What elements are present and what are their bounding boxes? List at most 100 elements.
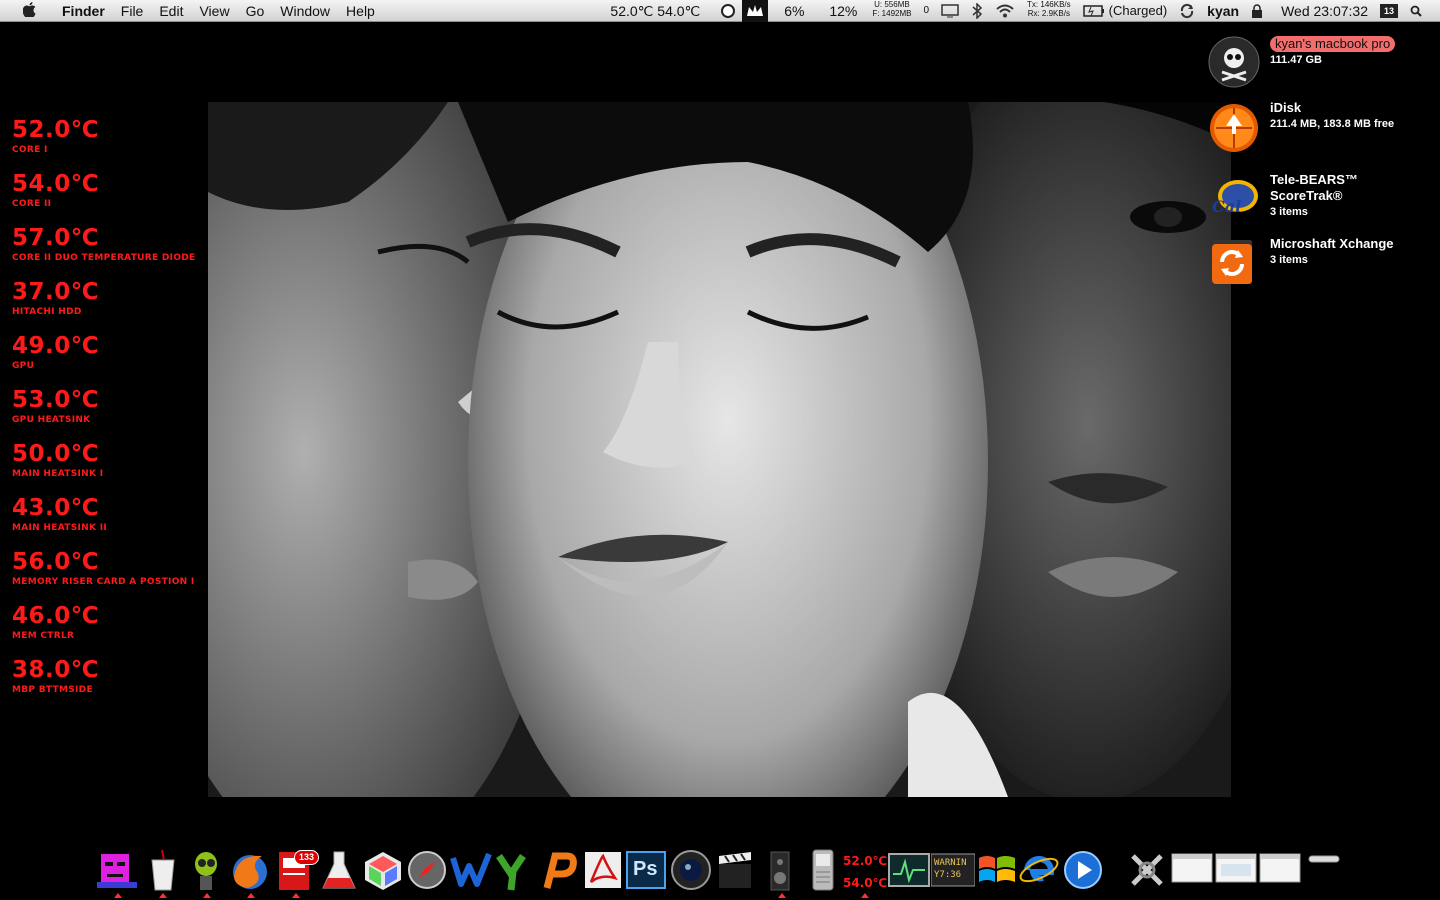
dock-item-activity-monitor[interactable] [887,848,931,892]
calendar-icon[interactable]: 13 [1374,0,1404,22]
dock-item-speaker[interactable] [759,848,803,898]
dock-item-crossed-tools[interactable] [1125,848,1169,892]
idisk-info: 211.4 MB, 183.8 MB free [1270,118,1395,130]
dock-item-orange-p[interactable] [537,848,581,892]
record-indicator-icon[interactable] [714,0,742,22]
network-meter[interactable]: Tx: 146KB/s Rx: 2.9KB/s [1021,0,1077,22]
temp-label: GPU Heatsink [12,415,91,425]
window-thumbnail-icon [1215,853,1257,883]
clock[interactable]: Wed 23:07:32 [1275,0,1374,22]
menu-edit[interactable]: Edit [151,0,191,22]
temp-main-heatsink-2: 43.0℃ Main Heatsink II [12,494,212,548]
internet-explorer-icon [1019,856,1059,883]
temp-value: 53.0℃ [12,387,100,413]
temp-gpu: 49.0℃ GPU [12,332,212,386]
running-indicator [778,893,786,898]
crossed-tools-icon [1131,854,1163,886]
activity-monitor-icon [888,853,930,887]
desktop-icon-telebears[interactable]: Cal Tele-BEARS™ ScoreTrak® 3 items [1208,172,1438,224]
temp-label: Hitachi HDD [12,307,82,317]
temp-value: 54.0℃ [12,171,100,197]
menu-go[interactable]: Go [238,0,273,22]
cpu-usage-1[interactable]: 6% [768,0,820,22]
display-icon[interactable] [935,0,965,22]
battery-status: (Charged) [1108,3,1168,18]
dock-item-temperature-monitor[interactable]: 52.0℃ 54.0℃ [841,848,888,898]
temp-value: 56.0℃ [12,549,100,575]
dock-item-photoshop[interactable]: Ps [625,848,669,892]
hd-capacity: 111.47 GB [1270,54,1322,66]
dock-item-console[interactable]: WARNIN Y7:36 [930,848,976,892]
apple-menu-icon[interactable] [18,1,40,20]
dock-item-alien[interactable] [184,848,228,898]
dock-item-acrobat[interactable] [581,848,625,892]
wifi-icon[interactable] [989,0,1021,22]
temp-label: GPU [12,361,35,371]
temp-memory-riser: 56.0℃ Memory Riser Card A Postion I [12,548,212,602]
battery-menu[interactable]: (Charged) [1077,0,1174,22]
temperature-monitor: 52.0℃ Core I 54.0℃ Core II 57.0℃ Core II Du… [12,116,212,710]
network-tx: Tx: 146KB/s [1027,0,1071,9]
temp-core-2: 54.0℃ Core II [12,170,212,224]
temp-label: Memory Riser Card A Postion I [12,577,195,587]
network-rx: Rx: 2.9KB/s [1027,9,1070,18]
dock-item-mail[interactable]: 133 [273,848,319,898]
desktop-icon-xchange[interactable]: Microshaft Xchange 3 items [1208,236,1438,288]
menu-view[interactable]: View [191,0,237,22]
telebears-name-1: Tele-BEARS™ [1270,172,1358,187]
temp-value: 49.0℃ [12,333,100,359]
dock-item-compass[interactable] [405,848,449,892]
dock-item-aperture[interactable] [669,848,713,892]
wallpaper-portrait-illustration [208,102,1231,797]
dock-item-phone[interactable] [801,848,845,892]
dock-item-green-app[interactable] [493,848,537,892]
dock-item-minimized-window-3[interactable] [1259,848,1301,892]
dock-temp-2: 54.0℃ [843,876,888,890]
memory-count[interactable]: 0 [917,0,935,22]
sync-icon[interactable] [1173,0,1201,22]
temp-hdd: 37.0℃ Hitachi HDD [12,278,212,332]
menu-help[interactable]: Help [338,0,383,22]
cpu-usage-2[interactable]: 12% [820,0,866,22]
crown-menu-icon[interactable] [742,0,769,22]
dock-item-trash[interactable] [1305,852,1345,872]
dock-item-minimized-window-2[interactable] [1215,848,1257,892]
temp-core-1: 52.0℃ Core I [12,116,212,170]
xchange-name: Microshaft Xchange [1270,236,1394,251]
temp-label: Main Heatsink II [12,523,107,533]
dock-item-wunderkit[interactable] [449,848,493,892]
desktop-icon-hard-drive[interactable]: kyan's macbook pro 111.47 GB [1208,36,1438,88]
desktop-icon-idisk[interactable]: iDisk 211.4 MB, 183.8 MB free [1208,100,1438,152]
user-menu[interactable]: kyan [1201,0,1245,22]
speaker-icon [770,851,790,891]
bluetooth-icon[interactable] [965,0,989,22]
dock-item-color-cube[interactable] [361,848,405,892]
lock-icon[interactable] [1245,0,1269,22]
dock-item-internet-explorer[interactable] [1017,848,1061,892]
menu-file[interactable]: File [113,0,152,22]
color-cube-icon [365,852,401,890]
camera-lens-icon [671,850,711,890]
mobile-phone-icon [812,849,834,891]
dock-item-media-player[interactable] [1061,848,1105,892]
dock-item-pink-character[interactable] [95,848,139,898]
spotlight-search-icon[interactable] [1404,0,1440,22]
running-indicator [159,893,167,898]
temp-label: Mem Ctrlr [12,631,75,641]
xchange-info: 3 items [1270,254,1308,266]
xchange-sync-icon [1208,236,1260,288]
dock-item-flask[interactable] [317,848,361,892]
dock-item-minimized-window-1[interactable] [1171,848,1213,892]
dock-item-windows[interactable] [975,848,1019,892]
dock-item-firefox[interactable] [228,848,272,898]
dock-item-clapboard[interactable] [713,848,757,892]
idisk-name: iDisk [1270,100,1302,115]
menu-window[interactable]: Window [272,0,338,22]
menubar-temperature-readout[interactable]: 52.0℃ 54.0℃ [596,0,714,22]
dock-item-cup[interactable] [140,848,184,898]
menu-bar: Finder File Edit View Go Window Help 52.… [0,0,1440,22]
alien-icon [195,852,217,890]
memory-meter[interactable]: U: 556MB F: 1492MB [866,0,917,22]
windows-logo-icon [979,856,1015,882]
menu-app-name[interactable]: Finder [54,0,113,22]
